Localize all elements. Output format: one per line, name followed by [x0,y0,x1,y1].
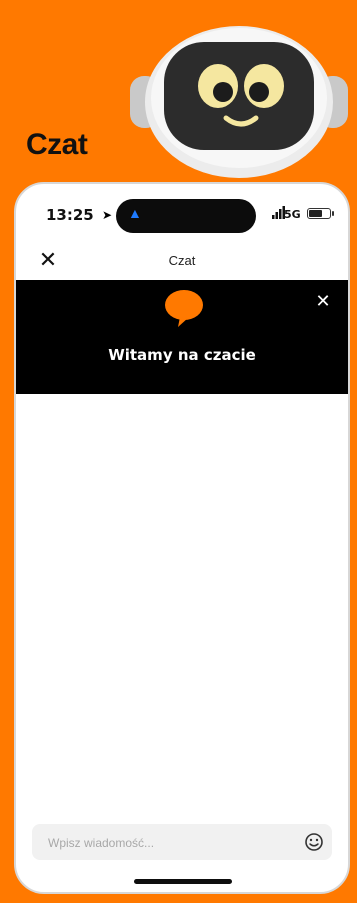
nav-title: Czat [168,253,196,268]
message-composer [32,824,332,862]
welcome-banner: ✕ Witamy na czacie [16,280,348,394]
chat-bubble-icon [165,290,203,327]
battery-cap [332,211,334,216]
page-heading: Czat [26,128,88,161]
status-bar: 13:25 ➤ ▲ 5G [16,184,348,244]
phone-frame: 13:25 ➤ ▲ 5G ✕ Czat ✕ Witamy na czacie [14,182,350,894]
home-indicator[interactable] [134,879,232,884]
status-time: 13:25 [46,206,94,224]
emoji-icon[interactable] [304,832,324,852]
message-area [16,394,348,812]
banner-title: Witamy na czacie [108,346,256,364]
robot-mascot-icon [130,26,348,178]
location-arrow-icon: ➤ [102,208,113,222]
battery-fill [309,210,322,217]
navigation-arrow-icon: ▲ [128,205,142,221]
banner-close-icon[interactable]: ✕ [312,290,334,312]
nav-bar: ✕ Czat [16,244,348,280]
message-input[interactable] [46,824,290,862]
network-label: 5G [284,208,301,221]
battery-icon [307,208,331,219]
